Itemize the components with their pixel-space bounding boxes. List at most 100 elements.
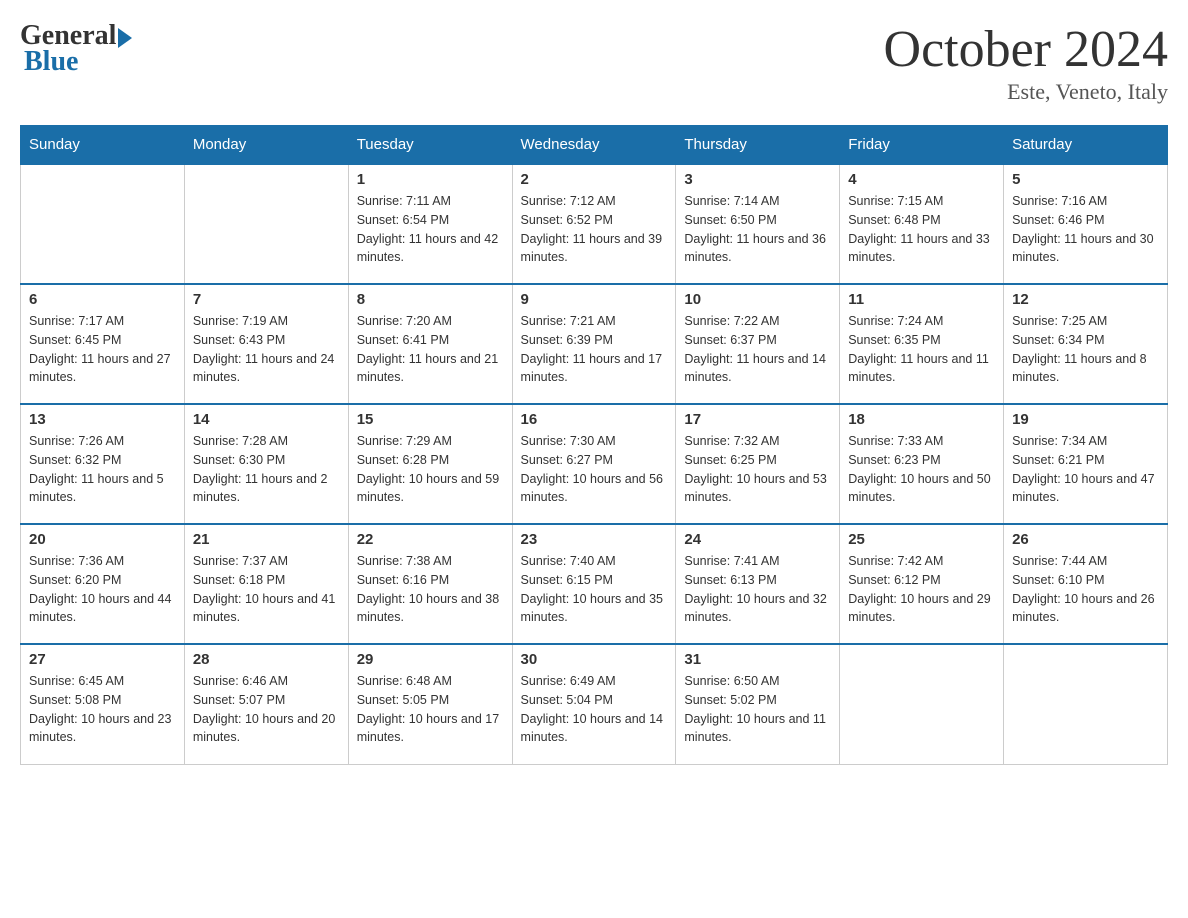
calendar-cell: 27 Sunrise: 6:45 AMSunset: 5:08 PMDayligh…	[21, 644, 185, 764]
day-number: 21	[193, 531, 340, 548]
calendar-cell: 10 Sunrise: 7:22 AMSunset: 6:37 PMDayligh…	[676, 284, 840, 404]
day-number: 28	[193, 651, 340, 668]
day-info: Sunrise: 7:25 AMSunset: 6:34 PMDaylight:…	[1012, 312, 1159, 387]
calendar-cell: 15Sunrise: 7:29 AMSunset: 6:28 PMDayligh…	[348, 404, 512, 524]
calendar-header-tuesday: Tuesday	[348, 126, 512, 165]
day-number: 22	[357, 531, 504, 548]
calendar-cell: 19 Sunrise: 7:34 AMSunset: 6:21 PMDayligh…	[1004, 404, 1168, 524]
calendar-cell: 29Sunrise: 6:48 AMSunset: 5:05 PMDayligh…	[348, 644, 512, 764]
day-number: 20	[29, 531, 176, 548]
calendar-cell: 1 Sunrise: 7:11 AMSunset: 6:54 PMDaylight…	[348, 164, 512, 284]
calendar-cell: 11 Sunrise: 7:24 AMSunset: 6:35 PMDayligh…	[840, 284, 1004, 404]
calendar-header-saturday: Saturday	[1004, 126, 1168, 165]
calendar-header-thursday: Thursday	[676, 126, 840, 165]
day-number: 18	[848, 411, 995, 428]
day-number: 26	[1012, 531, 1159, 548]
calendar-cell: 2Sunrise: 7:12 AMSunset: 6:52 PMDaylight…	[512, 164, 676, 284]
calendar-header-friday: Friday	[840, 126, 1004, 165]
day-number: 8	[357, 291, 504, 308]
calendar-cell: 14 Sunrise: 7:28 AMSunset: 6:30 PMDayligh…	[184, 404, 348, 524]
day-number: 10	[684, 291, 831, 308]
day-info: Sunrise: 7:44 AMSunset: 6:10 PMDaylight:…	[1012, 552, 1159, 627]
calendar-cell: 18 Sunrise: 7:33 AMSunset: 6:23 PMDayligh…	[840, 404, 1004, 524]
calendar-cell: 6 Sunrise: 7:17 AMSunset: 6:45 PMDaylight…	[21, 284, 185, 404]
day-info: Sunrise: 7:12 AMSunset: 6:52 PMDaylight:…	[521, 192, 668, 267]
logo-blue-text: Blue	[24, 46, 78, 78]
day-info: Sunrise: 7:21 AMSunset: 6:39 PMDaylight:…	[521, 312, 668, 387]
calendar-cell: 31 Sunrise: 6:50 AMSunset: 5:02 PMDayligh…	[676, 644, 840, 764]
day-info: Sunrise: 7:16 AMSunset: 6:46 PMDaylight:…	[1012, 192, 1159, 267]
day-info: Sunrise: 7:11 AMSunset: 6:54 PMDaylight:…	[357, 192, 504, 267]
calendar-cell: 28 Sunrise: 6:46 AMSunset: 5:07 PMDayligh…	[184, 644, 348, 764]
calendar-cell: 25Sunrise: 7:42 AMSunset: 6:12 PMDayligh…	[840, 524, 1004, 644]
day-info: Sunrise: 7:20 AMSunset: 6:41 PMDaylight:…	[357, 312, 504, 387]
day-info: Sunrise: 7:15 AMSunset: 6:48 PMDaylight:…	[848, 192, 995, 267]
logo: General Blue	[20, 20, 132, 78]
day-info: Sunrise: 7:38 AMSunset: 6:16 PMDaylight:…	[357, 552, 504, 627]
calendar-cell: 20 Sunrise: 7:36 AMSunset: 6:20 PMDayligh…	[21, 524, 185, 644]
calendar-cell: 24Sunrise: 7:41 AMSunset: 6:13 PMDayligh…	[676, 524, 840, 644]
day-number: 25	[848, 531, 995, 548]
day-info: Sunrise: 6:50 AMSunset: 5:02 PMDaylight:…	[684, 672, 831, 747]
day-info: Sunrise: 6:49 AMSunset: 5:04 PMDaylight:…	[521, 672, 668, 747]
month-title: October 2024	[884, 20, 1168, 79]
calendar-table: SundayMondayTuesdayWednesdayThursdayFrid…	[20, 125, 1168, 765]
day-number: 5	[1012, 171, 1159, 188]
day-info: Sunrise: 7:41 AMSunset: 6:13 PMDaylight:…	[684, 552, 831, 627]
day-info: Sunrise: 7:17 AMSunset: 6:45 PMDaylight:…	[29, 312, 176, 387]
calendar-week-row: 13Sunrise: 7:26 AMSunset: 6:32 PMDayligh…	[21, 404, 1168, 524]
calendar-week-row: 27 Sunrise: 6:45 AMSunset: 5:08 PMDayligh…	[21, 644, 1168, 764]
day-info: Sunrise: 7:28 AMSunset: 6:30 PMDaylight:…	[193, 432, 340, 507]
calendar-header-sunday: Sunday	[21, 126, 185, 165]
calendar-cell: 26 Sunrise: 7:44 AMSunset: 6:10 PMDayligh…	[1004, 524, 1168, 644]
day-number: 14	[193, 411, 340, 428]
day-number: 9	[521, 291, 668, 308]
logo-arrow-icon	[118, 28, 132, 48]
calendar-cell	[840, 644, 1004, 764]
day-number: 13	[29, 411, 176, 428]
calendar-week-row: 1 Sunrise: 7:11 AMSunset: 6:54 PMDaylight…	[21, 164, 1168, 284]
day-info: Sunrise: 7:37 AMSunset: 6:18 PMDaylight:…	[193, 552, 340, 627]
day-number: 15	[357, 411, 504, 428]
day-info: Sunrise: 7:30 AMSunset: 6:27 PMDaylight:…	[521, 432, 668, 507]
calendar-cell: 4 Sunrise: 7:15 AMSunset: 6:48 PMDaylight…	[840, 164, 1004, 284]
day-info: Sunrise: 7:34 AMSunset: 6:21 PMDaylight:…	[1012, 432, 1159, 507]
day-number: 17	[684, 411, 831, 428]
calendar-week-row: 20 Sunrise: 7:36 AMSunset: 6:20 PMDayligh…	[21, 524, 1168, 644]
calendar-cell: 3Sunrise: 7:14 AMSunset: 6:50 PMDaylight…	[676, 164, 840, 284]
calendar-cell: 21 Sunrise: 7:37 AMSunset: 6:18 PMDayligh…	[184, 524, 348, 644]
calendar-cell	[1004, 644, 1168, 764]
calendar-cell: 30 Sunrise: 6:49 AMSunset: 5:04 PMDayligh…	[512, 644, 676, 764]
day-number: 29	[357, 651, 504, 668]
day-info: Sunrise: 7:24 AMSunset: 6:35 PMDaylight:…	[848, 312, 995, 387]
day-info: Sunrise: 6:46 AMSunset: 5:07 PMDaylight:…	[193, 672, 340, 747]
calendar-header-monday: Monday	[184, 126, 348, 165]
calendar-cell: 23Sunrise: 7:40 AMSunset: 6:15 PMDayligh…	[512, 524, 676, 644]
day-number: 12	[1012, 291, 1159, 308]
day-number: 19	[1012, 411, 1159, 428]
day-info: Sunrise: 7:36 AMSunset: 6:20 PMDaylight:…	[29, 552, 176, 627]
day-number: 31	[684, 651, 831, 668]
calendar-cell: 7 Sunrise: 7:19 AMSunset: 6:43 PMDaylight…	[184, 284, 348, 404]
day-info: Sunrise: 7:22 AMSunset: 6:37 PMDaylight:…	[684, 312, 831, 387]
day-number: 11	[848, 291, 995, 308]
calendar-cell: 5 Sunrise: 7:16 AMSunset: 6:46 PMDaylight…	[1004, 164, 1168, 284]
day-number: 6	[29, 291, 176, 308]
day-number: 27	[29, 651, 176, 668]
day-info: Sunrise: 7:33 AMSunset: 6:23 PMDaylight:…	[848, 432, 995, 507]
title-section: October 2024 Este, Veneto, Italy	[884, 20, 1168, 105]
day-number: 7	[193, 291, 340, 308]
calendar-cell: 12 Sunrise: 7:25 AMSunset: 6:34 PMDayligh…	[1004, 284, 1168, 404]
day-info: Sunrise: 6:45 AMSunset: 5:08 PMDaylight:…	[29, 672, 176, 747]
day-info: Sunrise: 7:40 AMSunset: 6:15 PMDaylight:…	[521, 552, 668, 627]
day-number: 1	[357, 171, 504, 188]
page-header: General Blue October 2024 Este, Veneto, …	[20, 20, 1168, 105]
day-number: 4	[848, 171, 995, 188]
day-number: 16	[521, 411, 668, 428]
day-info: Sunrise: 7:19 AMSunset: 6:43 PMDaylight:…	[193, 312, 340, 387]
calendar-cell: 8 Sunrise: 7:20 AMSunset: 6:41 PMDaylight…	[348, 284, 512, 404]
calendar-cell	[184, 164, 348, 284]
day-number: 3	[684, 171, 831, 188]
calendar-header-row: SundayMondayTuesdayWednesdayThursdayFrid…	[21, 126, 1168, 165]
day-number: 30	[521, 651, 668, 668]
